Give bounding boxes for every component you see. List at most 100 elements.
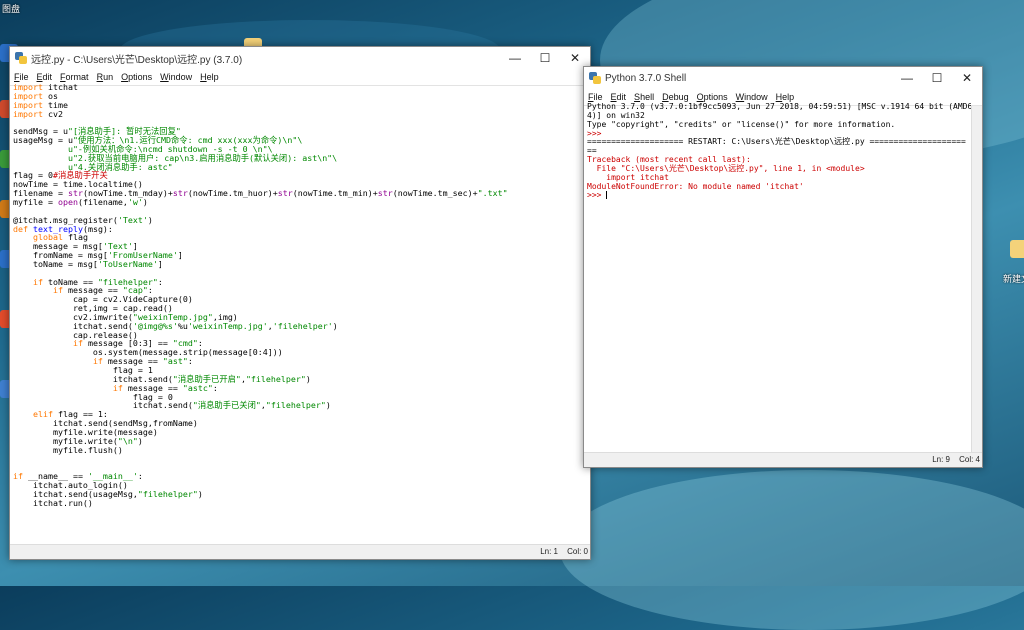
code-token: ModuleNotFoundError: No module named 'it… bbox=[587, 181, 804, 191]
code-token: str bbox=[172, 188, 188, 199]
code-token: '@img@%s' bbox=[132, 320, 178, 331]
code-token: 'ToUserName' bbox=[97, 258, 158, 269]
shell-titlebar[interactable]: Python 3.7.0 Shell — ☐ ✕ bbox=[584, 67, 982, 89]
code-token: toName = msg[ bbox=[13, 258, 98, 269]
status-col: Col: 4 bbox=[959, 455, 980, 464]
code-token: import itchat bbox=[587, 172, 669, 182]
code-line: import time bbox=[13, 100, 590, 110]
editor-title: 远控.py - C:\Users\光芒\Desktop\远控.py (3.7.0… bbox=[31, 54, 243, 66]
text-cursor bbox=[606, 191, 608, 200]
menu-window[interactable]: Window bbox=[736, 92, 768, 102]
menu-format[interactable]: Format bbox=[60, 72, 89, 82]
code-line: itchat.send(usageMsg,"filehelper") bbox=[13, 488, 590, 499]
minimize-button[interactable]: — bbox=[500, 47, 530, 69]
menu-file[interactable]: File bbox=[588, 92, 603, 102]
code-token: ) bbox=[305, 373, 311, 384]
code-token: == bbox=[587, 146, 597, 156]
menu-options[interactable]: Options bbox=[697, 92, 728, 102]
code-token: ) bbox=[332, 320, 338, 331]
desktop-wave bbox=[560, 470, 1024, 630]
minimize-button[interactable]: — bbox=[892, 67, 922, 89]
code-token: "消息助手已关闭" bbox=[192, 400, 261, 411]
shell-line: Type "copyright", "credits" or "license(… bbox=[587, 119, 971, 130]
code-token: myfile = bbox=[13, 196, 58, 207]
code-line: import os bbox=[13, 91, 590, 101]
code-token: myfile.flush() bbox=[13, 444, 123, 455]
maximize-button[interactable]: ☐ bbox=[530, 47, 560, 69]
code-line: myfile.flush() bbox=[13, 444, 590, 455]
code-token: 'Text' bbox=[117, 214, 148, 225]
code-token: Python 3.7.0 (v3.7.0:1bf9cc5093, Jun 27 … bbox=[587, 103, 971, 111]
code-token: ) bbox=[197, 488, 203, 499]
status-line: Ln: 1 bbox=[540, 547, 558, 556]
status-col: Col: 0 bbox=[567, 547, 588, 556]
code-token: str bbox=[277, 188, 293, 199]
desktop-label-top: 图盘 bbox=[2, 4, 21, 14]
desktop-file-label: 新建文 bbox=[1003, 274, 1024, 284]
code-token: : bbox=[212, 382, 218, 393]
shell-line: ModuleNotFoundError: No module named 'it… bbox=[587, 181, 971, 192]
code-token: 'w' bbox=[127, 196, 143, 207]
code-line: itchat.run() bbox=[13, 497, 590, 508]
menu-run[interactable]: Run bbox=[97, 72, 114, 82]
code-token: (filename, bbox=[77, 196, 128, 207]
code-token: "filehelper" bbox=[245, 373, 306, 384]
code-token: (nowTime.tm_min)+ bbox=[292, 188, 378, 199]
shell-line: ==================== RESTART: C:\Users\光… bbox=[587, 137, 971, 147]
shell-scrollbar[interactable] bbox=[971, 106, 982, 452]
code-line: def text_reply(msg): bbox=[13, 224, 590, 234]
code-token: "astc" bbox=[182, 382, 213, 393]
editor-titlebar[interactable]: 远控.py - C:\Users\光芒\Desktop\远控.py (3.7.0… bbox=[10, 47, 590, 69]
code-token: ) bbox=[137, 435, 143, 446]
code-token: itchat.run() bbox=[13, 497, 93, 508]
code-token: File "C:\Users\光芒\Desktop\远控.py", line 1… bbox=[587, 163, 865, 173]
code-token: : bbox=[187, 356, 193, 367]
code-token: (nowTime.tm_sec)+ bbox=[392, 188, 478, 199]
code-line: import itchat bbox=[13, 83, 590, 92]
code-line: import cv2 bbox=[13, 108, 590, 119]
menu-window[interactable]: Window bbox=[160, 72, 192, 82]
code-line: myfile = open(filename,'w') bbox=[13, 198, 590, 207]
code-token: >>> bbox=[587, 190, 607, 200]
shell-window[interactable]: Python 3.7.0 Shell — ☐ ✕ File Edit Shell… bbox=[583, 66, 983, 468]
code-token: ] bbox=[177, 250, 183, 261]
shell-title: Python 3.7.0 Shell bbox=[605, 72, 687, 84]
menu-edit[interactable]: Edit bbox=[611, 92, 627, 102]
shell-output[interactable]: Python 3.7.0 (v3.7.0:1bf9cc5093, Jun 27 … bbox=[584, 103, 971, 452]
code-token: import bbox=[13, 108, 43, 119]
code-token: Type "copyright", "credits" or "license(… bbox=[587, 119, 896, 129]
code-token: 4)] on win32 bbox=[587, 110, 645, 120]
code-token: ) bbox=[142, 196, 148, 207]
code-token: "ast" bbox=[162, 356, 188, 367]
code-token: ".txt" bbox=[477, 188, 508, 199]
editor-statusbar: Ln: 1 Col: 0 bbox=[10, 544, 590, 559]
python-shell-icon bbox=[589, 72, 601, 84]
menu-help[interactable]: Help bbox=[200, 72, 219, 82]
maximize-button[interactable]: ☐ bbox=[922, 67, 952, 89]
code-token: : bbox=[157, 276, 163, 287]
code-token: 'filehelper' bbox=[272, 320, 333, 331]
code-token: ] bbox=[157, 258, 163, 269]
desktop-file-icon[interactable] bbox=[1010, 240, 1024, 258]
code-token: 'weixinTemp.jpg' bbox=[187, 320, 268, 331]
menu-debug[interactable]: Debug bbox=[662, 92, 689, 102]
code-editor[interactable]: import itchat import os import time import … bbox=[10, 83, 590, 544]
menu-help[interactable]: Help bbox=[776, 92, 795, 102]
python-idle-icon bbox=[15, 52, 27, 64]
code-token: cv2 bbox=[42, 108, 63, 119]
code-token: : bbox=[137, 471, 143, 482]
menu-file[interactable]: File bbox=[14, 72, 29, 82]
code-token: open bbox=[57, 196, 78, 207]
code-token: ==================== RESTART: C:\Users\光… bbox=[587, 137, 966, 147]
menu-edit[interactable]: Edit bbox=[37, 72, 53, 82]
shell-line: >>> bbox=[587, 191, 971, 200]
editor-window[interactable]: 远控.py - C:\Users\光芒\Desktop\远控.py (3.7.0… bbox=[9, 46, 591, 560]
code-token: %u bbox=[177, 320, 188, 331]
close-button[interactable]: ✕ bbox=[952, 67, 982, 89]
status-line: Ln: 9 bbox=[932, 455, 950, 464]
menu-options[interactable]: Options bbox=[121, 72, 152, 82]
code-token: ) bbox=[147, 214, 153, 225]
code-token: "filehelper" bbox=[265, 400, 326, 411]
menu-shell[interactable]: Shell bbox=[634, 92, 654, 102]
